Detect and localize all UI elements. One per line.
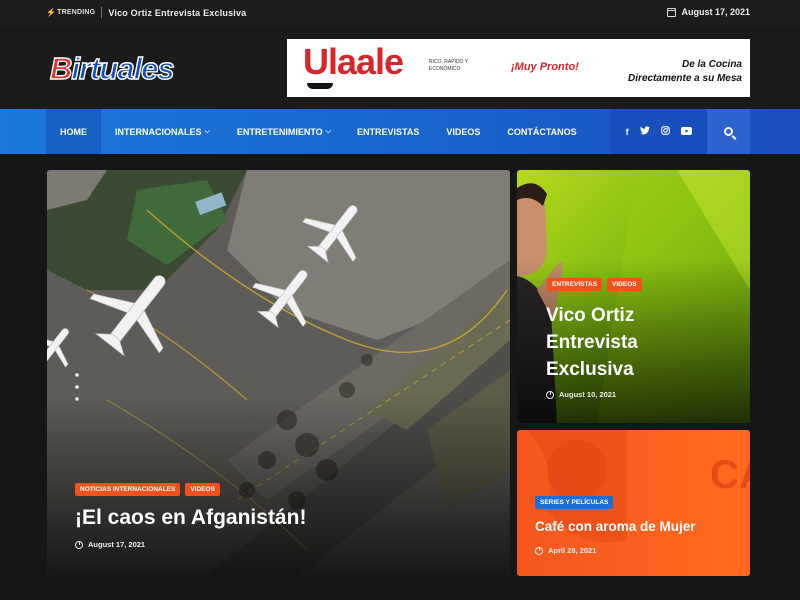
post-date-text: August 10, 2021 (559, 390, 617, 399)
current-date: August 17, 2021 (667, 7, 750, 17)
calendar-icon (667, 7, 677, 17)
logo-text: irtuales (71, 50, 176, 86)
ad-slogan-line2: Directamente a su Mesa (628, 73, 742, 84)
main-navigation: HOME INTERNACIONALES ⌵ ENTRETENIMIENTO ⌵… (0, 109, 800, 154)
category-badge[interactable]: SERIES Y PELÍCULAS (535, 496, 614, 509)
trending-headline-link[interactable]: Vico Ortiz Entrevista Exclusiva (108, 8, 246, 18)
category-badges: SERIES Y PELÍCULAS (535, 496, 614, 509)
nav-item-home[interactable]: HOME (46, 109, 101, 154)
ad-tagline: RICO, RÁPIDO Y ECONÓMICO (429, 59, 468, 72)
nav-item-label: INTERNACIONALES (115, 126, 202, 137)
top-bar: ⚡ TRENDING Vico Ortiz Entrevista Exclusi… (0, 0, 800, 27)
chevron-down-icon: ⌵ (204, 127, 210, 135)
site-header: Birtuales Ulaale RICO, RÁPIDO Y ECONÓMIC… (0, 27, 800, 109)
divider (101, 7, 103, 18)
site-logo[interactable]: Birtuales (49, 50, 176, 87)
post-date: April 28, 2021 (535, 546, 596, 555)
category-badge[interactable]: VIDEOS (607, 278, 642, 291)
featured-main-card[interactable]: NOTICIAS INTERNACIONALES VIDEOS ¡El caos… (47, 170, 510, 576)
post-date-text: August 17, 2021 (88, 540, 146, 549)
featured-side-card[interactable]: CA SERIES Y PELÍCULAS Café con aroma de … (517, 430, 750, 576)
nav-item-entretenimiento[interactable]: ENTRETENIMIENTO ⌵ (237, 127, 331, 137)
nav-item-entrevistas[interactable]: ENTREVISTAS (357, 127, 419, 137)
post-date: August 17, 2021 (75, 540, 145, 549)
nav-item-internacionales[interactable]: INTERNACIONALES ⌵ (115, 127, 210, 137)
post-date-text: April 28, 2021 (548, 546, 597, 555)
featured-side1-title[interactable]: Vico Ortiz Entrevista Exclusiva (546, 302, 686, 383)
trending-ticker: ⚡ TRENDING Vico Ortiz Entrevista Exclusi… (46, 7, 246, 18)
featured-side2-title[interactable]: Café con aroma de Mujer (535, 519, 696, 534)
facebook-icon[interactable]: f (626, 127, 629, 137)
watermark-text: CA (710, 453, 750, 497)
category-badge[interactable]: VIDEOS (185, 483, 220, 496)
featured-side-card[interactable]: ENTREVISTAS VIDEOS Vico Ortiz Entrevista… (517, 170, 750, 423)
logo-letter: B (49, 50, 73, 86)
clock-icon (546, 390, 554, 399)
nav-item-contactanos[interactable]: CONTÁCTANOS (507, 127, 576, 137)
search-icon (724, 127, 733, 136)
ad-slogan-line1: De la Cocina (681, 59, 742, 70)
nav-item-label: ENTRETENIMIENTO (236, 126, 323, 137)
category-badges: ENTREVISTAS VIDEOS (547, 278, 642, 291)
clock-icon (75, 540, 83, 549)
ad-brand: Ulaale (303, 41, 404, 82)
ad-brand-swoosh (307, 83, 333, 89)
clock-icon (535, 546, 543, 555)
interview-photo (517, 170, 750, 423)
category-badges: NOTICIAS INTERNACIONALES VIDEOS (75, 483, 220, 496)
search-button[interactable] (707, 109, 750, 154)
current-date-text: August 17, 2021 (681, 7, 750, 17)
social-links: f (611, 109, 707, 154)
category-badge[interactable]: NOTICIAS INTERNACIONALES (75, 483, 181, 496)
featured-main-title[interactable]: ¡El caos en Afganistán! (75, 506, 306, 530)
ad-soon-text: ¡Muy Pronto! (511, 61, 579, 73)
chevron-down-icon: ⌵ (325, 127, 331, 135)
post-date: August 10, 2021 (546, 390, 616, 399)
twitter-icon[interactable] (639, 126, 650, 137)
youtube-icon[interactable] (681, 126, 693, 137)
ad-slogan: De la Cocina Directamente a su Mesa (617, 58, 742, 86)
trending-label: TRENDING (57, 9, 96, 16)
instagram-icon[interactable] (661, 126, 670, 137)
bolt-icon: ⚡ (46, 8, 57, 17)
nav-item-videos[interactable]: VIDEOS (446, 127, 480, 137)
advertisement-banner[interactable]: Ulaale RICO, RÁPIDO Y ECONÓMICO ¡Muy Pro… (287, 39, 750, 97)
category-badge[interactable]: ENTREVISTAS (547, 278, 603, 291)
